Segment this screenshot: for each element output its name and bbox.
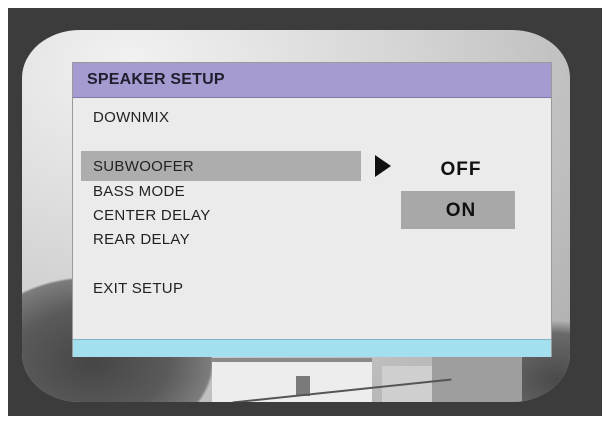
menu-item-bass-mode[interactable]: BASS MODE [93, 183, 185, 200]
menu-footer-bar [73, 339, 551, 357]
menu-item-subwoofer[interactable]: SUBWOOFER [93, 158, 194, 175]
background-building [432, 350, 522, 402]
menu-item-downmix[interactable]: DOWNMIX [93, 109, 169, 126]
speaker-setup-menu: SPEAKER SETUP DOWNMIX SUBWOOFER BASS MOD… [72, 62, 552, 357]
option-off[interactable]: OFF [421, 159, 501, 181]
menu-title: SPEAKER SETUP [87, 71, 225, 88]
menu-item-rear-delay[interactable]: REAR DELAY [93, 231, 190, 248]
menu-title-bar: SPEAKER SETUP [73, 63, 551, 98]
menu-item-center-delay[interactable]: CENTER DELAY [93, 207, 211, 224]
play-arrow-icon [375, 155, 391, 177]
menu-item-exit-setup[interactable]: EXIT SETUP [93, 280, 183, 297]
option-on[interactable]: ON [421, 200, 501, 222]
